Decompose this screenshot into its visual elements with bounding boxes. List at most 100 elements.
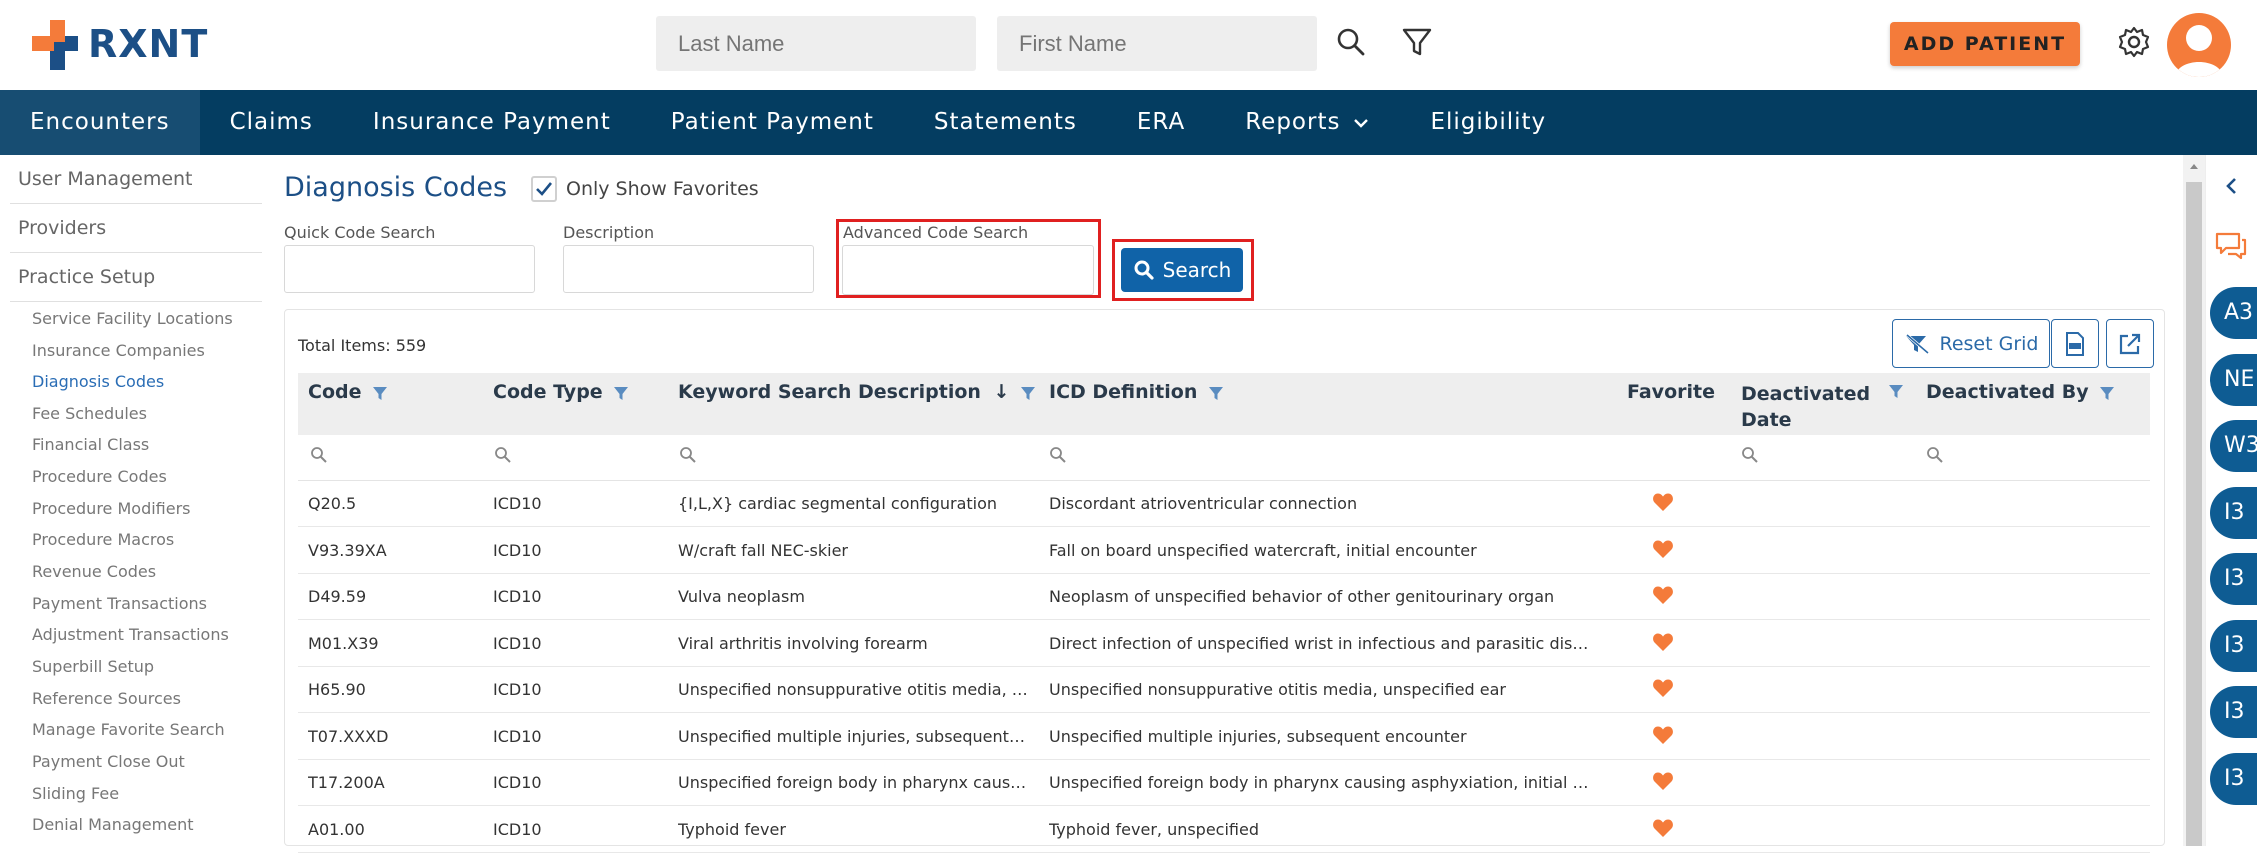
rail-patient-badge[interactable]: A3 [2210,287,2257,339]
sidebar-item-service-facility-locations[interactable]: Service Facility Locations [32,309,233,328]
sidebar-item-adjustment-transactions[interactable]: Adjustment Transactions [32,625,229,644]
cell-keyword-description: Typhoid fever [678,819,786,839]
rail-patient-badge[interactable]: I3 [2210,619,2257,672]
sidebar-item-revenue-codes[interactable]: Revenue Codes [32,562,156,581]
sidebar-item-procedure-macros[interactable]: Procedure Macros [32,530,174,549]
column-header-deactivated-date[interactable]: Deactivated Date [1741,381,1870,433]
search-icon[interactable] [1333,24,1369,60]
rail-patient-badge[interactable]: I3 [2210,752,2257,805]
column-search-icon[interactable] [1926,446,1944,464]
filter-icon[interactable] [2099,385,2115,401]
sidebar-item-payment-transactions[interactable]: Payment Transactions [32,594,207,613]
rail-patient-badge[interactable]: I3 [2210,486,2257,539]
add-patient-button[interactable]: ADD PATIENT [1890,22,2080,66]
sidebar-item-procedure-codes[interactable]: Procedure Codes [32,467,167,486]
filter-icon[interactable] [372,385,388,401]
top-bar: RXNT ADD PATIENT [0,0,2257,90]
only-favorites-checkbox[interactable] [531,176,557,202]
export-pdf-button[interactable] [2051,319,2099,368]
sidebar-divider [10,252,262,253]
sidebar-item-denial-management[interactable]: Denial Management [32,815,193,834]
nav-insurance-payment[interactable]: Insurance Payment [343,90,641,155]
cell-code-type: ICD10 [493,819,542,839]
column-search-icon[interactable] [494,446,512,464]
column-search-icon[interactable] [1049,446,1067,464]
search-button[interactable]: Search [1121,248,1243,292]
sidebar-item-fee-schedules[interactable]: Fee Schedules [32,404,147,423]
sidebar-providers[interactable]: Providers [18,217,106,239]
nav-reports[interactable]: Reports [1215,90,1400,155]
nav-encounters[interactable]: Encounters [0,90,200,155]
cell-keyword-description: Viral arthritis involving forearm [678,633,928,653]
quick-code-search-input[interactable] [284,245,535,293]
favorite-heart-icon[interactable] [1652,492,1674,512]
last-name-search-input[interactable] [656,16,976,71]
sidebar-item-diagnosis-codes[interactable]: Diagnosis Codes [32,372,164,391]
favorite-heart-icon[interactable] [1652,678,1674,698]
rail-patient-badge[interactable]: NE [2210,353,2257,406]
filter-icon[interactable] [1399,24,1435,60]
nav-patient-payment[interactable]: Patient Payment [641,90,904,155]
cell-code-type: ICD10 [493,633,542,653]
column-header-code-type[interactable]: Code Type [493,381,629,403]
column-header-favorite[interactable]: Favorite [1627,381,1715,403]
collapse-chevron-icon[interactable] [2222,176,2242,196]
cell-keyword-description: Unspecified multiple injuries, subsequen… [678,726,1030,746]
sidebar-item-manage-favorite-search[interactable]: Manage Favorite Search [32,720,225,739]
sidebar-item-reference-sources[interactable]: Reference Sources [32,689,181,708]
export-button[interactable] [2106,319,2154,368]
user-avatar[interactable] [2167,13,2231,77]
description-input[interactable] [563,245,814,293]
sidebar-item-sliding-fee[interactable]: Sliding Fee [32,784,119,803]
cell-icd-definition: Discordant atrioventricular connection [1049,494,1358,513]
scrollbar-thumb[interactable] [2186,182,2202,846]
column-search-icon[interactable] [310,446,328,464]
advanced-code-search-input[interactable] [842,245,1094,295]
main-nav: Encounters Claims Insurance Payment Pati… [0,90,2257,155]
nav-claims[interactable]: Claims [200,90,343,155]
sidebar-item-financial-class[interactable]: Financial Class [32,435,149,454]
sidebar-user-management[interactable]: User Management [18,168,193,190]
column-header-deactivated-by[interactable]: Deactivated By [1926,381,2115,403]
rail-patient-badge[interactable]: W3 [2210,420,2257,472]
filter-icon[interactable] [1888,383,1904,399]
column-deactivated-by-label: Deactivated By [1926,381,2089,403]
cell-code: V93.39XA [308,540,387,560]
column-code-label: Code [308,381,362,403]
scroll-up-arrow-icon[interactable] [2188,161,2200,171]
column-search-icon[interactable] [1741,446,1759,464]
column-header-icd-definition[interactable]: ICD Definition [1049,381,1224,403]
column-search-icon[interactable] [679,446,697,464]
favorite-heart-icon[interactable] [1652,585,1674,605]
filter-icon[interactable] [613,385,629,401]
sidebar-item-insurance-companies[interactable]: Insurance Companies [32,341,205,360]
favorite-heart-icon[interactable] [1652,725,1674,745]
favorite-heart-icon[interactable] [1652,539,1674,559]
cell-icd-definition: Unspecified multiple injuries, subsequen… [1049,726,1467,746]
sidebar-divider [10,203,262,204]
sidebar-item-procedure-modifiers[interactable]: Procedure Modifiers [32,499,191,518]
favorite-heart-icon[interactable] [1652,818,1674,838]
rail-patient-badge[interactable]: I3 [2210,553,2257,605]
first-name-search-input[interactable] [997,16,1317,71]
sidebar-item-superbill-setup[interactable]: Superbill Setup [32,657,154,676]
gear-icon[interactable] [2116,24,2152,60]
sidebar-item-payment-close-out[interactable]: Payment Close Out [32,752,185,771]
cell-icd-definition: Fall on board unspecified watercraft, in… [1049,540,1477,560]
favorite-heart-icon[interactable] [1652,771,1674,791]
favorite-heart-icon[interactable] [1652,632,1674,652]
rail-patient-badge[interactable]: I3 [2210,686,2257,738]
cell-icd-definition: Neoplasm of unspecified behavior of othe… [1049,587,1555,606]
nav-era[interactable]: ERA [1107,90,1215,155]
filter-icon[interactable] [1020,385,1036,401]
chat-icon[interactable] [2214,230,2248,262]
nav-statements[interactable]: Statements [904,90,1107,155]
reset-grid-button[interactable]: Reset Grid [1892,319,2050,368]
rxnt-logo[interactable]: RXNT [32,18,208,70]
sidebar-practice-setup[interactable]: Practice Setup [18,266,155,288]
filter-icon[interactable] [1208,385,1224,401]
column-header-keyword-description[interactable]: Keyword Search Description ↓ [678,381,1036,403]
cell-keyword-description: Unspecified foreign body in pharynx caus… [678,773,1030,792]
nav-eligibility[interactable]: Eligibility [1400,90,1576,155]
column-header-code[interactable]: Code [308,381,388,403]
